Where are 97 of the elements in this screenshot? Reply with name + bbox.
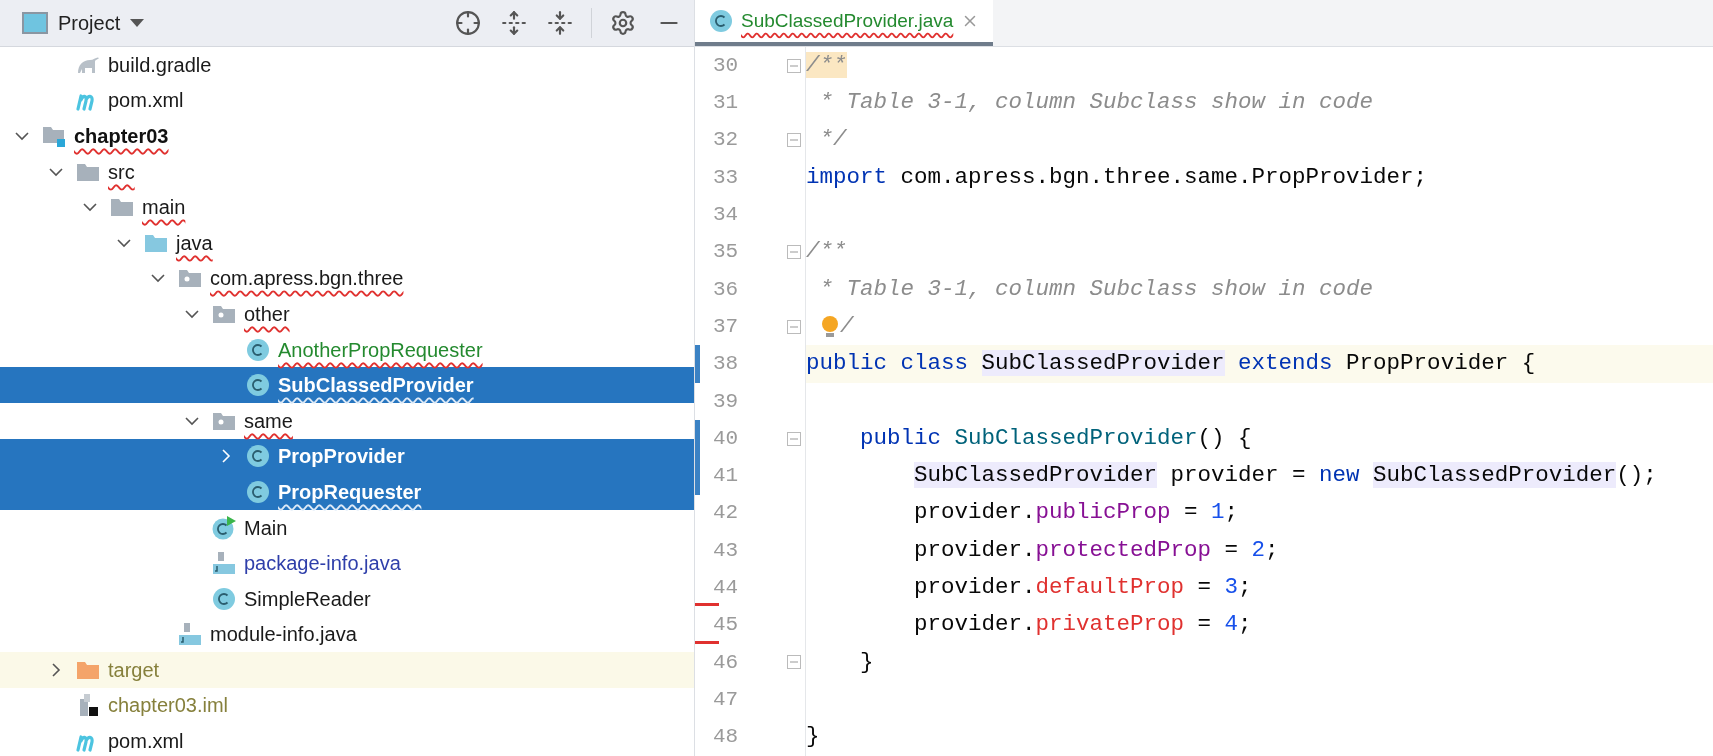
file-name: chapter03 [74,124,169,149]
file-name: pom.xml [108,729,184,755]
java-file-icon [212,551,236,576]
chevron-right-icon[interactable] [49,662,63,677]
collapse-all-icon[interactable] [547,10,573,36]
dropdown-caret-icon[interactable] [130,19,145,27]
tree-item[interactable]: SubClassedProvider [0,367,694,403]
code-line: provider.privateProp = 4; [914,610,1252,640]
file-name: build.gradle [108,52,212,78]
editor-tab[interactable]: SubClassedProvider.java [695,0,994,46]
tree-item[interactable]: module-info.java [0,616,694,653]
panel-icon [22,12,48,34]
line-number: 37 [713,313,739,340]
line-number: 41 [713,463,739,490]
file-name: main [142,195,186,221]
tree-item[interactable]: java [0,224,694,261]
file-name: PropRequester [278,479,422,505]
class-icon [246,337,270,362]
tree-item[interactable]: AnotherPropRequester [0,331,694,368]
code-line: import com.apress.bgn.three.same.PropProvider; [806,162,1428,192]
tree-item[interactable]: pom.xml [0,82,694,119]
tree-item[interactable]: PropRequester [0,474,694,510]
tree-item[interactable]: chapter03.iml [0,687,694,724]
file-name: AnotherPropRequester [278,337,483,363]
runnable-class-icon [212,515,236,540]
line-number: 33 [713,164,739,191]
line-number: 43 [713,537,739,564]
lightbulb-icon[interactable] [820,314,840,339]
chevron-right-icon[interactable] [219,449,233,464]
file-name: package-info.java [244,551,401,577]
code-line: provider.defaultProp = 3; [914,572,1252,602]
chevron-down-icon[interactable] [15,129,29,143]
code-line: * Table 3-1, column Subclass show in code [818,274,1374,304]
tree-item[interactable]: src [0,153,694,190]
settings-icon[interactable] [610,10,636,36]
tree-item[interactable]: target [0,652,694,688]
expand-all-icon[interactable] [501,10,527,36]
file-name: SimpleReader [244,586,371,612]
code-line: / [840,311,854,341]
file-name: chapter03.iml [108,693,229,719]
code-line: public class SubClassedProvider extends PropProvider { [806,349,1536,379]
file-name: same [244,408,293,434]
code-line: } [859,647,874,677]
tree-item[interactable]: Main [0,509,694,546]
module-folder-icon [42,124,66,148]
file-name: SubClassedProvider [278,373,474,399]
file-name: java [176,230,213,256]
tree-item[interactable]: build.gradle [0,47,694,83]
tree-item[interactable]: pom.xml [0,723,694,756]
code-line: * Table 3-1, column Subclass show in code [818,88,1374,118]
code-line: /** [806,237,847,267]
line-number: 47 [713,686,739,713]
line-number: 48 [713,724,739,751]
tree-item[interactable]: same [0,402,694,439]
file-name: Main [244,515,288,541]
tree-item[interactable]: chapter03 [0,118,694,154]
class-icon [709,9,733,33]
file-name: other [244,301,290,327]
file-name: module-info.java [210,622,357,648]
tree-item[interactable]: SimpleReader [0,580,694,617]
line-number: 45 [713,612,739,639]
file-name: src [108,159,135,185]
code-line: provider.publicProp = 1; [914,498,1239,528]
tree-item[interactable]: main [0,189,694,225]
line-number: 35 [713,239,739,266]
file-name: com.apress.bgn.three [210,266,404,292]
code-line: SubClassedProvider provider = new SubClassedProvider(); [914,461,1657,491]
line-number: 32 [713,127,739,154]
line-number: 31 [713,90,739,117]
code-line: */ [818,125,847,155]
tab-title: SubClassedProvider.java [741,8,954,33]
code-line: } [806,722,820,752]
panel-title: Project [58,11,121,36]
line-number: 42 [713,500,739,527]
line-number: 40 [713,425,739,452]
java-file-icon [178,622,202,647]
class-icon [246,373,270,398]
tree-item[interactable]: com.apress.bgn.three [0,260,694,297]
tree-item[interactable]: other [0,296,694,332]
line-number: 39 [713,388,739,415]
class-icon [212,586,236,611]
line-number: 38 [713,351,739,378]
locate-icon[interactable] [455,10,481,36]
file-name: target [108,657,160,683]
code-line: provider.protectedProp = 2; [914,535,1279,565]
file-name: pom.xml [108,88,184,114]
line-number: 30 [713,52,739,79]
file-name: PropProvider [278,444,405,470]
tree-item[interactable]: package-info.java [0,545,694,581]
line-number: 34 [713,202,739,229]
line-number: 46 [713,649,739,676]
class-icon [246,479,270,504]
line-number: 44 [713,575,739,602]
line-number: 36 [713,276,739,303]
class-icon [246,444,270,469]
tree-item[interactable]: PropProvider [0,438,694,475]
code-line: public SubClassedProvider() { [859,423,1252,453]
